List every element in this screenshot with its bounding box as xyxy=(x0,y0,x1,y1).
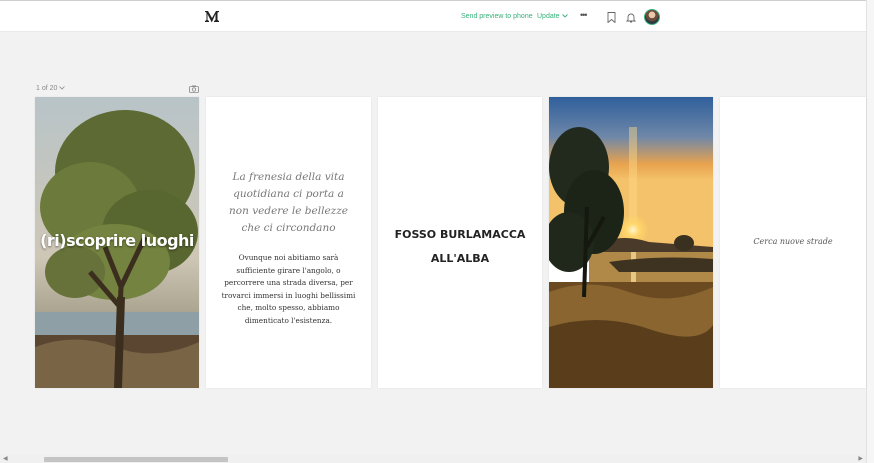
intro-body: Ovunque noi abitiamo sarà sufficiente gi… xyxy=(221,253,356,325)
more-options-button[interactable]: ••• xyxy=(580,10,588,20)
sunrise-photo xyxy=(549,97,713,388)
note-text: Cerca nuove strade xyxy=(753,237,833,246)
medium-logo-icon[interactable] xyxy=(204,9,220,23)
story-card-heading[interactable]: FOSSO BURLAMACCA ALL'ALBA xyxy=(378,97,542,388)
chevron-down-icon xyxy=(59,86,66,90)
counter-label: 1 of 20 xyxy=(36,85,58,92)
camera-icon[interactable] xyxy=(189,85,199,93)
heading-line-2: ALL'ALBA xyxy=(430,252,490,265)
update-label: Update xyxy=(537,13,560,20)
story-card-intro[interactable]: La frenesia della vita quotidiana ci por… xyxy=(206,97,371,388)
story-card-note[interactable]: Cerca nuove strade xyxy=(720,97,866,388)
intro-quote: La frenesia della vita quotidiana ci por… xyxy=(229,171,348,234)
update-button[interactable]: Update xyxy=(537,13,568,20)
bell-icon[interactable] xyxy=(626,12,636,23)
vertical-scrollbar[interactable] xyxy=(866,0,874,463)
story-card-cover[interactable]: (ri)scoprire luoghi xyxy=(35,97,199,388)
scrollbar-thumb[interactable] xyxy=(44,457,228,462)
section-heading: FOSSO BURLAMACCA ALL'ALBA xyxy=(378,223,542,271)
send-preview-link[interactable]: Send preview to phone xyxy=(461,13,533,20)
user-avatar[interactable] xyxy=(644,9,660,25)
cover-title: (ri)scoprire luoghi xyxy=(40,231,194,250)
story-counter[interactable]: 1 of 20 xyxy=(36,85,66,92)
heading-line-1: FOSSO BURLAMACCA xyxy=(394,228,526,241)
scroll-left-icon[interactable]: ◀ xyxy=(3,455,8,462)
chevron-down-icon xyxy=(561,13,568,20)
story-card-sunrise[interactable] xyxy=(549,97,713,388)
scroll-right-icon[interactable]: ▶ xyxy=(858,455,863,462)
bookmark-icon[interactable] xyxy=(607,12,616,23)
top-bar: Send preview to phone Update ••• xyxy=(0,0,866,32)
horizontal-scrollbar[interactable]: ◀ ▶ xyxy=(0,455,866,463)
